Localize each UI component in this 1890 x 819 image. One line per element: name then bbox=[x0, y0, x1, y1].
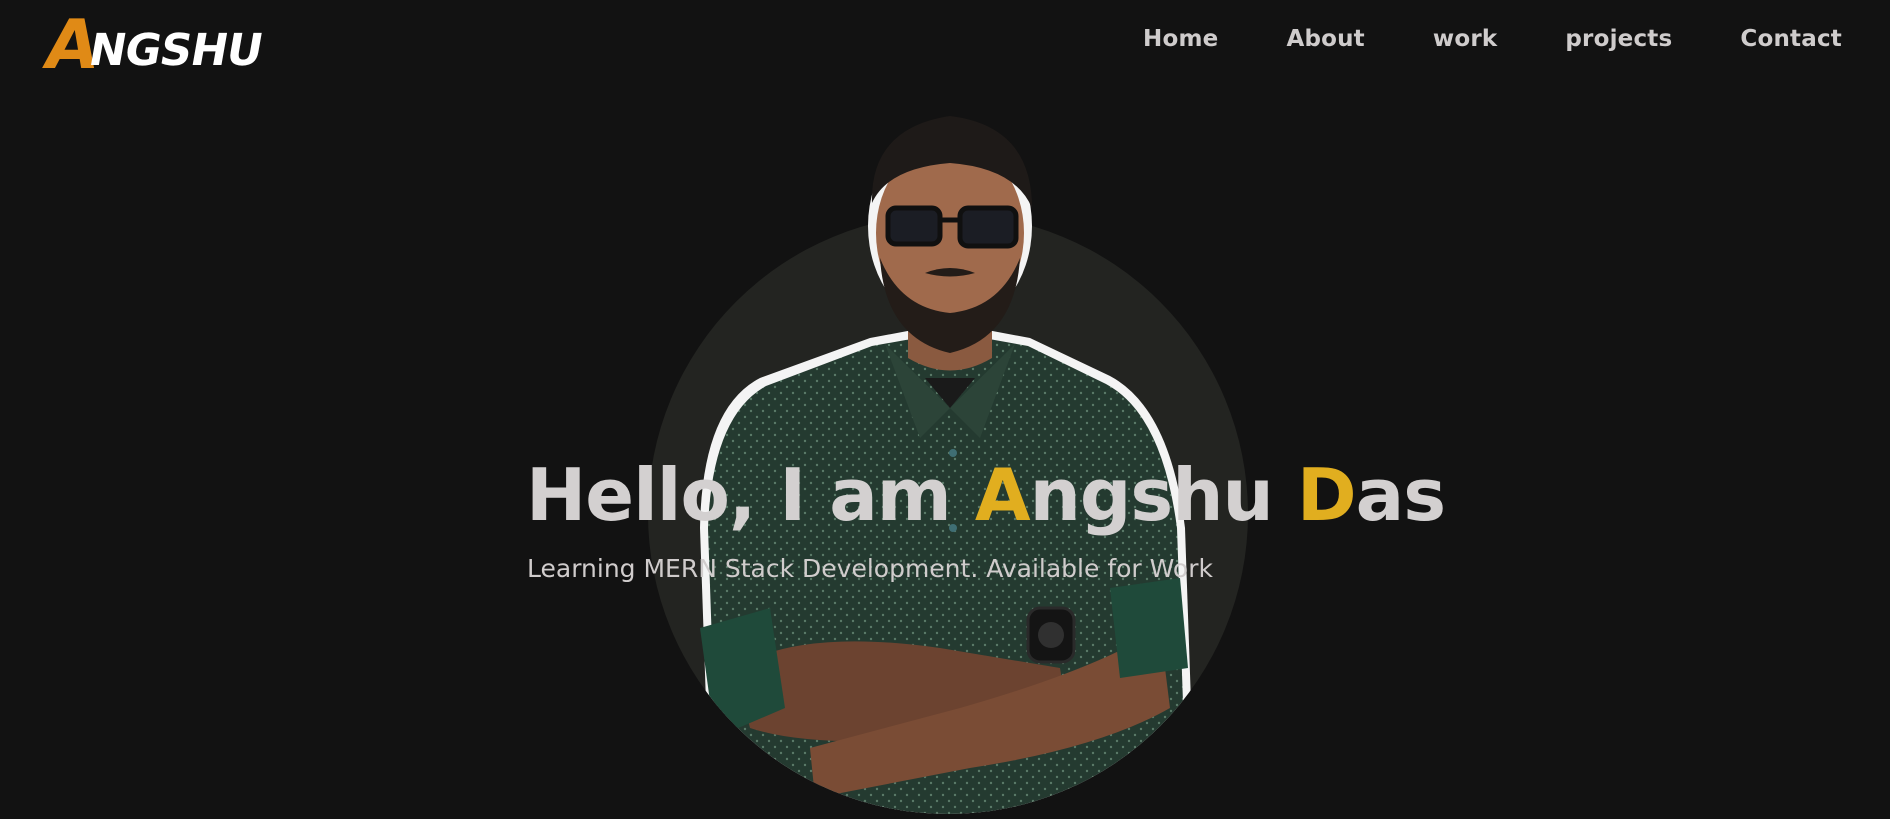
hero-last-initial: D bbox=[1296, 453, 1357, 537]
hero-greeting: Hello, I am bbox=[526, 453, 975, 537]
hero-first-rest: ngshu bbox=[1029, 453, 1297, 537]
hero-subtitle: Learning MERN Stack Development. Availab… bbox=[527, 554, 1213, 583]
main-nav: Home About work projects Contact bbox=[1143, 26, 1842, 52]
logo-rest: NGSHU bbox=[84, 25, 267, 76]
nav-contact[interactable]: Contact bbox=[1740, 26, 1842, 52]
page: A NGSHU Home About work projects Contact bbox=[0, 0, 1890, 819]
nav-about[interactable]: About bbox=[1286, 26, 1364, 52]
hero-first-initial: A bbox=[974, 453, 1031, 537]
nav-home[interactable]: Home bbox=[1143, 26, 1218, 52]
hero-title: Hello, I am Angshu Das bbox=[526, 450, 1446, 540]
nav-work[interactable]: work bbox=[1433, 26, 1498, 52]
hero-last-rest: as bbox=[1355, 453, 1446, 537]
site-logo[interactable]: A NGSHU bbox=[39, 6, 270, 85]
nav-projects[interactable]: projects bbox=[1565, 26, 1672, 52]
